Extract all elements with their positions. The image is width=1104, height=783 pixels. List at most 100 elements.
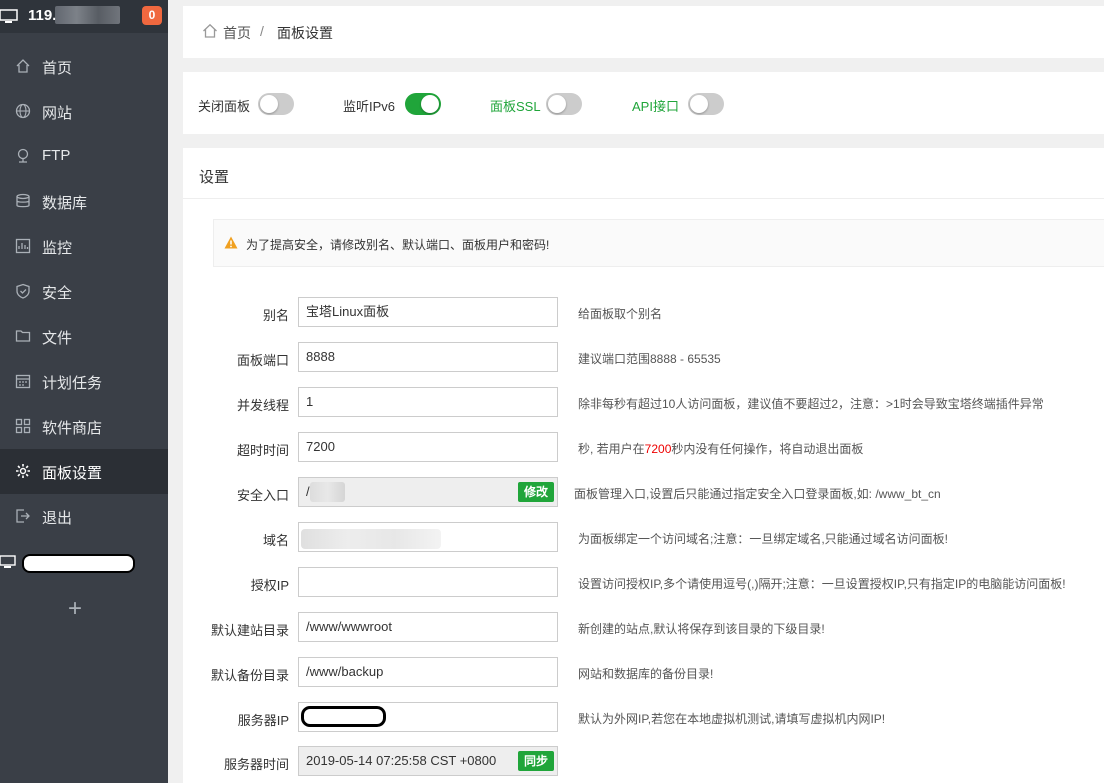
- shield-icon: [16, 283, 30, 299]
- sidebar-item-label: 退出: [42, 510, 73, 527]
- modify-button[interactable]: 修改: [518, 482, 555, 502]
- sidebar-item-database[interactable]: 数据库: [0, 179, 168, 224]
- sidebar-item-label: FTP: [42, 147, 71, 164]
- field-label: 授权IP: [250, 578, 289, 593]
- switch-knob: [548, 95, 566, 113]
- field-help: 默认为外网IP,若您在本地虚拟机测试,请填写虚拟机内网IP!: [578, 712, 886, 726]
- breadcrumb-separator: /: [260, 23, 264, 39]
- redaction-mask: [301, 706, 386, 727]
- sidebar-item-label: 首页: [42, 60, 73, 77]
- field-alias: 别名 宝塔Linux面板 给面板取个别名: [183, 297, 1104, 329]
- backup-dir-input[interactable]: /www/backup: [298, 657, 558, 687]
- database-icon: [16, 193, 30, 208]
- auth-ip-input[interactable]: [298, 567, 558, 597]
- gear-icon: [16, 464, 30, 478]
- sidebar-item-panel-settings[interactable]: 面板设置: [0, 449, 168, 494]
- api-switch[interactable]: [688, 93, 724, 115]
- panel-title: 设置: [199, 169, 230, 186]
- calendar-icon: [15, 374, 31, 389]
- sidebar-item-cron[interactable]: 计划任务: [0, 359, 168, 404]
- breadcrumb-current: 面板设置: [277, 25, 333, 41]
- switch-knob: [260, 95, 278, 113]
- field-security-entry: 安全入口 / 修改 面板管理入口,设置后只能通过指定安全入口登录面板,如: /w…: [183, 477, 1104, 509]
- sidebar-item-store[interactable]: 软件商店: [0, 404, 168, 449]
- security-warning: 为了提高安全，请修改别名、默认端口、面板用户和密码!: [213, 219, 1104, 267]
- add-server-button[interactable]: +: [62, 596, 88, 622]
- field-help: 面板管理入口,设置后只能通过指定安全入口登录面板,如: /www_bt_cn: [574, 487, 941, 501]
- toggle-label[interactable]: 面板SSL: [490, 96, 541, 115]
- field-server-time: 服务器时间 2019-05-14 07:25:58 CST +0800 同步: [183, 746, 1104, 778]
- sidebar: 119. 0 首页 网站 FTP 数据库 监控 安全 文件 计划任务 软件商店 …: [0, 0, 168, 783]
- sidebar-item-files[interactable]: 文件: [0, 314, 168, 359]
- sidebar-item-logout[interactable]: 退出: [0, 494, 168, 539]
- switch-knob: [421, 95, 439, 113]
- ftp-icon: [17, 148, 29, 163]
- field-timeout: 超时时间 7200 秒, 若用户在7200秒内没有任何操作，将自动退出面板: [183, 432, 1104, 464]
- sidebar-item-website[interactable]: 网站: [0, 89, 168, 134]
- timeout-input[interactable]: 7200: [298, 432, 558, 462]
- field-label: 面板端口: [236, 353, 289, 368]
- ssl-switch[interactable]: [546, 93, 582, 115]
- help-highlight: 7200: [644, 442, 672, 456]
- sidebar-item-label: 网站: [42, 105, 73, 122]
- toggle-label: 关闭面板: [198, 99, 251, 114]
- breadcrumb: 首页 / 面板设置: [183, 6, 1104, 58]
- divider: [183, 198, 1104, 199]
- sidebar-item-ftp[interactable]: FTP: [0, 134, 168, 179]
- toggle-label[interactable]: API接口: [632, 96, 679, 115]
- sidebar-item-label: 软件商店: [42, 420, 103, 437]
- field-help: 秒, 若用户在7200秒内没有任何操作，将自动退出面板: [578, 440, 863, 457]
- field-label: 并发线程: [236, 398, 289, 413]
- field-help: 除非每秒有超过10人访问面板，建议值不要超过2，注意：>1时会导致宝塔终端插件异…: [578, 397, 1044, 411]
- field-help: 网站和数据库的备份目录!: [578, 667, 714, 681]
- field-label: 服务器时间: [223, 757, 289, 772]
- warning-text: 为了提高安全，请修改别名、默认端口、面板用户和密码!: [246, 238, 550, 252]
- apps-grid-icon: [15, 418, 31, 434]
- server-ip: 119.: [28, 7, 57, 24]
- field-help: 建议端口范围8888 - 65535: [578, 352, 721, 366]
- home-icon[interactable]: [202, 23, 218, 39]
- redaction-blur: [310, 482, 345, 502]
- close-panel-switch[interactable]: [258, 93, 294, 115]
- monitor-chart-icon: [15, 238, 31, 254]
- sidebar-item-monitor[interactable]: 监控: [0, 224, 168, 269]
- sidebar-nav: 首页 网站 FTP 数据库 监控 安全 文件 计划任务 软件商店 面板设置 退出: [0, 44, 168, 539]
- sync-button[interactable]: 同步: [518, 751, 555, 771]
- sidebar-item-label: 安全: [42, 285, 73, 302]
- sidebar-item-label: 文件: [42, 330, 73, 347]
- sidebar-item-home[interactable]: 首页: [0, 44, 168, 89]
- alias-input[interactable]: 宝塔Linux面板: [298, 297, 558, 327]
- site-dir-input[interactable]: /www/wwwroot: [298, 612, 558, 642]
- help-text: 秒内没有任何操作，将自动退出面板: [671, 442, 864, 456]
- field-label: 默认备份目录: [210, 668, 289, 683]
- threads-input[interactable]: 1: [298, 387, 558, 417]
- field-help: 给面板取个别名: [578, 307, 663, 321]
- redaction-blur: [301, 529, 441, 549]
- sidebar-item-label: 数据库: [42, 195, 88, 212]
- notification-badge[interactable]: 0: [142, 6, 162, 25]
- sidebar-item-security[interactable]: 安全: [0, 269, 168, 314]
- warning-icon: [224, 236, 238, 249]
- ipv6-switch[interactable]: [405, 93, 441, 115]
- ip-redaction-blur: [55, 6, 120, 24]
- computer-icon: [0, 9, 18, 23]
- field-help: 设置访问授权IP,多个请使用逗号(,)隔开;注意：一旦设置授权IP,只有指定IP…: [578, 577, 1066, 591]
- field-label: 服务器IP: [237, 713, 289, 728]
- server-header[interactable]: 119. 0: [0, 0, 168, 33]
- breadcrumb-home-link[interactable]: 首页: [223, 23, 251, 43]
- port-input[interactable]: 8888: [298, 342, 558, 372]
- server-entry[interactable]: [0, 550, 168, 580]
- globe-icon: [15, 103, 31, 119]
- redaction-mask: [22, 554, 135, 573]
- field-site-dir: 默认建站目录 /www/wwwroot 新创建的站点,默认将保存到该目录的下级目…: [183, 612, 1104, 644]
- home-icon: [16, 59, 30, 73]
- sidebar-item-label: 面板设置: [42, 465, 103, 482]
- sidebar-item-label: 监控: [42, 240, 73, 257]
- field-label: 别名: [262, 308, 289, 323]
- field-domain: 域名 为面板绑定一个访问域名;注意：一旦绑定域名,只能通过域名访问面板!: [183, 522, 1104, 554]
- field-label: 安全入口: [236, 488, 289, 503]
- computer-icon: [0, 555, 16, 568]
- switch-knob: [690, 95, 708, 113]
- field-label: 默认建站目录: [210, 623, 289, 638]
- field-port: 面板端口 8888 建议端口范围8888 - 65535: [183, 342, 1104, 374]
